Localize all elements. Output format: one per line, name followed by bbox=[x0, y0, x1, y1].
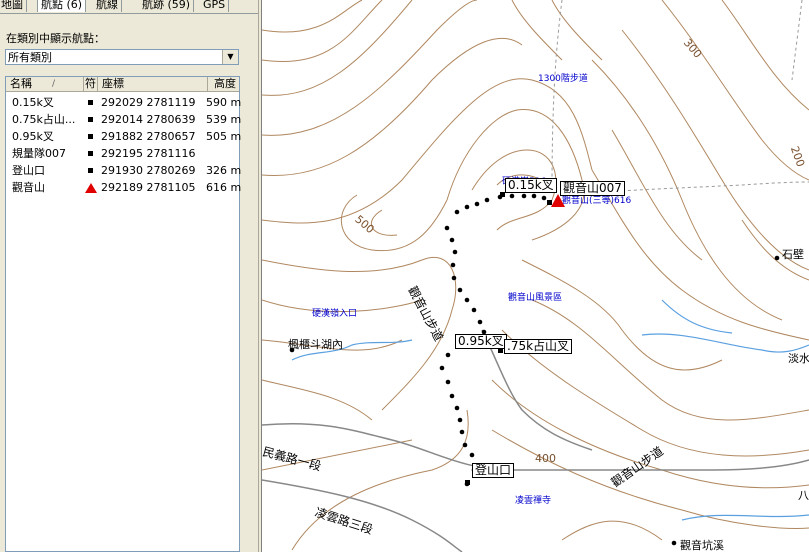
square-symbol-icon bbox=[88, 151, 93, 156]
waypoint-coord: 292014 2780639 bbox=[101, 113, 196, 126]
square-symbol-icon bbox=[88, 168, 93, 173]
map-canvas[interactable] bbox=[262, 0, 809, 552]
list-header: 名稱 / 符 座標 高度 bbox=[6, 77, 239, 92]
list-item[interactable]: 觀音山 292189 2781105 616 m bbox=[6, 179, 242, 196]
tab-map[interactable]: 地圖 bbox=[0, 0, 27, 12]
topo-map[interactable]: 300 200 500 400 1300階步道 硬漢嶺596 觀音山(三等)61… bbox=[262, 0, 809, 552]
waypoint-name: 0.95k叉 bbox=[12, 130, 54, 143]
waypoint-coord: 291882 2780657 bbox=[101, 130, 196, 143]
chevron-down-icon[interactable]: ▼ bbox=[222, 50, 238, 64]
header-symbol[interactable]: 符 bbox=[84, 77, 98, 91]
category-label: 在類別中顯示航點： bbox=[6, 32, 105, 45]
waypoint-name: 觀音山 bbox=[12, 181, 45, 194]
tab-bar: 地圖 航點 (6) 航線 航跡 (59) GPS bbox=[0, 0, 258, 14]
waypoint-label-007[interactable]: 觀音山007 bbox=[560, 181, 625, 196]
waypoint-alt: 590 m bbox=[206, 96, 242, 109]
waypoint-coord: 292195 2781116 bbox=[101, 147, 196, 160]
waypoint-list[interactable]: 名稱 / 符 座標 高度 0.15k叉 292029 2781119 590 m… bbox=[5, 76, 242, 552]
header-altitude[interactable]: 高度 bbox=[208, 77, 239, 91]
tab-tracks[interactable]: 航跡 (59) bbox=[139, 0, 195, 12]
place-label-stairs: 1300階步道 bbox=[538, 74, 588, 84]
waypoint-alt: 616 m bbox=[206, 181, 242, 194]
tab-routes[interactable]: 航線 bbox=[93, 0, 122, 12]
place-label-scenic: 觀音山風景區 bbox=[508, 293, 563, 303]
waypoint-name: 登山口 bbox=[12, 164, 45, 177]
list-item[interactable]: 0.75k占山... 292014 2780639 539 m bbox=[6, 111, 242, 128]
waypoint-name: 0.15k叉 bbox=[12, 96, 54, 109]
river-lines bbox=[291, 299, 809, 521]
header-coordinate[interactable]: 座標 bbox=[98, 77, 208, 91]
waypoint-coord: 292189 2781105 bbox=[101, 181, 196, 194]
waypoint-label-095[interactable]: 0.95k叉 bbox=[455, 334, 507, 349]
place-label-river: 觀音坑溪 bbox=[680, 539, 724, 552]
list-item[interactable]: 0.15k叉 292029 2781119 590 m bbox=[6, 94, 242, 111]
contour-label: 400 bbox=[535, 452, 556, 465]
place-label-temple: 凌雲禪寺 bbox=[515, 496, 552, 506]
list-item[interactable]: 規量隊007 292195 2781116 bbox=[6, 145, 239, 162]
place-label-stone: 石壁 bbox=[782, 248, 804, 261]
category-select[interactable]: 所有類別 ▼ bbox=[5, 49, 239, 65]
place-label-entrance: 硬漢嶺入口 bbox=[312, 309, 358, 319]
waypoint-panel: 地圖 航點 (6) 航線 航跡 (59) GPS 在類別中顯示航點： 所有類別 … bbox=[0, 0, 258, 552]
waypoint-name: 0.75k占山... bbox=[12, 113, 76, 126]
square-symbol-icon bbox=[88, 134, 93, 139]
place-label-eight: 八 bbox=[798, 489, 809, 502]
waypoint-name: 規量隊007 bbox=[12, 147, 66, 160]
sort-indicator-icon: / bbox=[52, 79, 56, 89]
waypoint-alt: 539 m bbox=[206, 113, 242, 126]
square-symbol-icon bbox=[88, 117, 93, 122]
place-label-lake: 楓櫃斗湖內 bbox=[288, 338, 343, 351]
waypoint-label-015[interactable]: 0.15k叉 bbox=[505, 178, 557, 193]
waypoint-label-075[interactable]: .75k占山叉 bbox=[504, 339, 573, 354]
waypoint-alt: 505 m bbox=[206, 130, 242, 143]
waypoint-coord: 291930 2780269 bbox=[101, 164, 196, 177]
summit-triangle-icon bbox=[85, 183, 97, 193]
header-name[interactable]: 名稱 / bbox=[6, 77, 84, 91]
category-selected-value: 所有類別 bbox=[8, 51, 52, 64]
waypoint-alt: 326 m bbox=[206, 164, 242, 177]
place-label-danshui: 淡水 bbox=[788, 352, 809, 365]
list-item[interactable]: 登山口 291930 2780269 326 m bbox=[6, 162, 242, 179]
waypoint-label-trailhead[interactable]: 登山口 bbox=[472, 463, 515, 478]
tab-waypoints[interactable]: 航點 (6) bbox=[37, 0, 87, 12]
list-item[interactable]: 0.95k叉 291882 2780657 505 m bbox=[6, 128, 242, 145]
square-symbol-icon bbox=[88, 100, 93, 105]
contour-lines bbox=[262, 0, 809, 551]
waypoint-coord: 292029 2781119 bbox=[101, 96, 196, 109]
tab-gps[interactable]: GPS bbox=[200, 0, 230, 12]
